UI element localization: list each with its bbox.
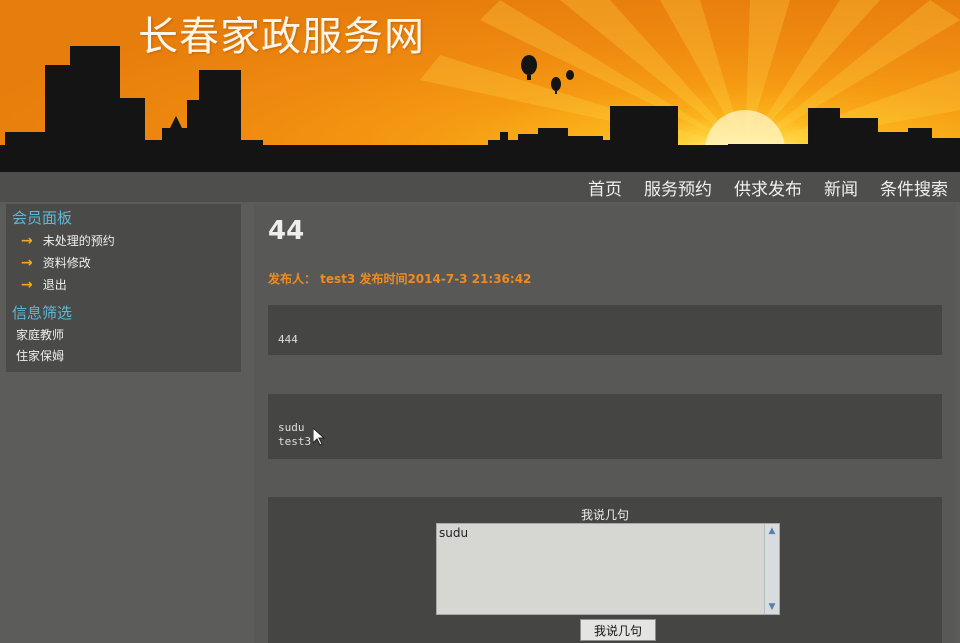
scroll-down-icon[interactable]: ▼ xyxy=(765,600,779,614)
comment-item: test3 xyxy=(278,435,312,448)
mouse-cursor-icon xyxy=(313,428,325,446)
nav-news[interactable]: 新闻 xyxy=(824,175,858,200)
textarea-scrollbar[interactable]: ▲ ▼ xyxy=(764,524,779,614)
sidebar-item-logout[interactable]: → 退出 xyxy=(6,274,241,296)
nav-service-booking[interactable]: 服务预约 xyxy=(644,175,712,200)
post-content: 444 xyxy=(278,333,298,346)
post-content-box: 444 xyxy=(268,305,942,355)
header-banner: 长春家政服务网 xyxy=(0,0,960,172)
sidebar-item-label: 未处理的预约 xyxy=(42,234,115,248)
filter-item-live-in-nanny[interactable]: 住家保姆 xyxy=(6,346,241,367)
sidebar-item-pending-bookings[interactable]: → 未处理的预约 xyxy=(6,230,241,252)
member-panel-heading: 会员面板 xyxy=(12,209,73,227)
comment-form-label: 我说几句 xyxy=(580,508,629,522)
post-meta: 发布人： test3 发布时间2014-7-3 21:36:42 xyxy=(268,272,532,286)
comment-form: 我说几句 sudu ▲ ▼ 我说几句 xyxy=(268,497,942,643)
sidebar-item-label: 资料修改 xyxy=(42,256,91,270)
sidebar-item-label: 退出 xyxy=(42,278,67,292)
scroll-up-icon[interactable]: ▲ xyxy=(765,524,779,538)
comments-box: sudu test3 xyxy=(268,394,942,459)
sidebar: 会员面板 → 未处理的预约 → 资料修改 → 退出 信息筛选 家庭教师 住家保姆 xyxy=(6,204,241,372)
arrow-right-icon: → xyxy=(21,277,33,293)
main-nav: 首页 服务预约 供求发布 新闻 条件搜索 xyxy=(0,172,960,202)
filter-item-home-tutor[interactable]: 家庭教师 xyxy=(6,325,241,346)
main-content: 44 发布人： test3 发布时间2014-7-3 21:36:42 444 … xyxy=(254,204,956,643)
nav-home[interactable]: 首页 xyxy=(588,175,622,200)
comment-textarea[interactable]: sudu xyxy=(436,523,780,615)
arrow-right-icon: → xyxy=(21,233,33,249)
nav-condition-search[interactable]: 条件搜索 xyxy=(880,175,948,200)
post-title: 44 xyxy=(268,216,305,246)
submit-comment-button[interactable]: 我说几句 xyxy=(580,619,656,641)
sidebar-item-edit-profile[interactable]: → 资料修改 xyxy=(6,252,241,274)
site-title: 长春家政服务网 xyxy=(138,14,425,60)
info-filter-heading: 信息筛选 xyxy=(12,304,73,322)
nav-supply-demand[interactable]: 供求发布 xyxy=(734,175,802,200)
arrow-right-icon: → xyxy=(21,255,33,271)
comment-item: sudu xyxy=(278,421,305,434)
